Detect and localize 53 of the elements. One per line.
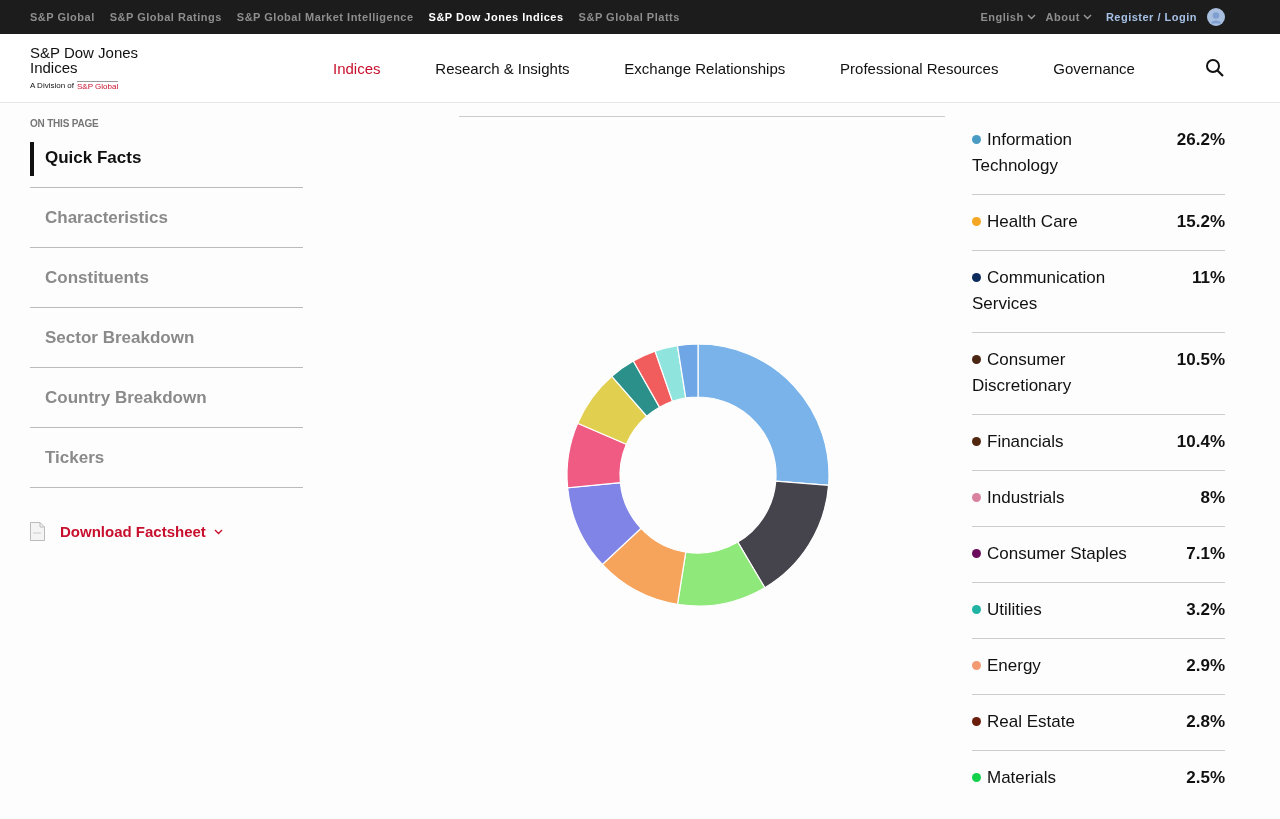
logo-text[interactable]: S&P Dow Jones Indices	[30, 45, 150, 75]
sector-weight: 11%	[1191, 267, 1225, 289]
sector-weight: 8%	[1200, 487, 1225, 509]
section-heading: ON THIS PAGE	[30, 118, 100, 129]
nav-link[interactable]: Indices	[333, 59, 381, 77]
division-text: A Division of	[30, 81, 75, 91]
site-link[interactable]: S&P Global Ratings	[109, 11, 222, 23]
sector-weight: 3.2%	[1186, 599, 1225, 621]
page-section-link[interactable]: Sector Breakdown	[30, 308, 303, 368]
sector-name: Consumer Staples	[987, 544, 1127, 563]
caret-icon	[213, 528, 223, 535]
sector-name: Industrials	[987, 488, 1065, 507]
sector-name: Financials	[987, 432, 1064, 451]
site-link[interactable]: S&P Dow Jones Indices	[428, 11, 564, 23]
page-section-link[interactable]: Constituents	[30, 248, 303, 308]
document-icon	[30, 522, 45, 541]
page-section-link[interactable]: Tickers	[30, 428, 303, 488]
nav-link[interactable]: Research & Insights	[435, 59, 570, 77]
sector-name: Materials	[987, 768, 1056, 787]
nav-link[interactable]: Governance	[1053, 59, 1135, 77]
nav-link[interactable]: Professional Resources	[840, 59, 999, 77]
sector-name: Information Technology	[972, 130, 1073, 175]
sector-name: Utilities	[987, 600, 1042, 619]
avatar-icon[interactable]	[1207, 8, 1225, 26]
sector-name: Health Care	[987, 212, 1078, 231]
sector-name: Energy	[987, 656, 1041, 675]
nav-link[interactable]: Exchange Relationships	[624, 59, 786, 77]
site-link[interactable]: S&P Global	[30, 11, 95, 23]
caret-icon	[1026, 14, 1036, 20]
sector-name: Real Estate	[987, 712, 1075, 731]
login-link[interactable]: Register / Login	[1105, 11, 1197, 23]
page-section-link[interactable]: Country Breakdown	[30, 368, 303, 428]
sector-name: Consumer Discretionary	[972, 350, 1072, 395]
sector-weight: 10.4%	[1176, 431, 1225, 453]
dropdown-menu[interactable]: About	[1045, 11, 1092, 23]
download-link[interactable]: Download Factsheet	[60, 523, 223, 540]
sector-weight: 26.2%	[1176, 129, 1225, 151]
site-link[interactable]: S&P Global Market Intelligence	[236, 11, 414, 23]
sector-weight: 2.5%	[1186, 767, 1225, 789]
sector-weight: 2.9%	[1186, 655, 1225, 677]
page-section-link[interactable]: Characteristics	[30, 188, 303, 248]
sector-weight: 15.2%	[1176, 211, 1225, 233]
donut-slice	[565, 422, 627, 489]
site-link[interactable]: S&P Global Platts	[578, 11, 680, 23]
page-section-link[interactable]: Quick Facts	[30, 142, 303, 188]
search-icon[interactable]	[1205, 58, 1225, 78]
caret-icon	[1082, 14, 1092, 20]
sector-weight: 2.8%	[1186, 711, 1225, 733]
sector-weight: 10.5%	[1176, 349, 1225, 371]
parent-logo: S&P Global	[77, 81, 119, 91]
sector-weight: 7.1%	[1186, 543, 1225, 565]
sector-name: Communication Services	[972, 268, 1106, 313]
dropdown-menu[interactable]: English	[980, 11, 1036, 23]
